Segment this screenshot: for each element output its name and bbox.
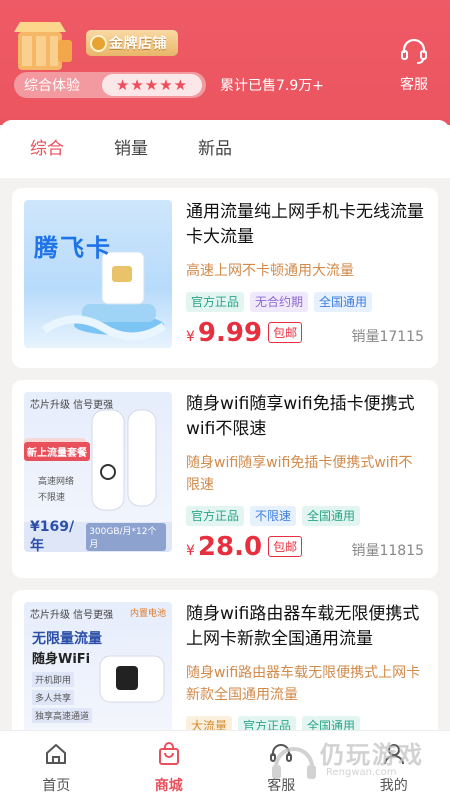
- customer-service-button[interactable]: 客服: [392, 36, 436, 94]
- product-subtitle: 随身wifi随享wifi免插卡便携式wifi不限速: [186, 455, 413, 493]
- sim-card-illustration: [41, 251, 167, 341]
- product-card[interactable]: 腾飞卡 通用流量纯上网手机卡无线流量卡大流量 高速上网不卡顿通用大流量 官方正品…: [12, 188, 438, 368]
- nav-service-label: 客服: [267, 778, 296, 794]
- free-shipping-badge: 包邮: [268, 536, 303, 557]
- price-value: 9.99: [197, 318, 263, 348]
- image-price: ¥169/年: [30, 519, 75, 552]
- user-icon: [383, 744, 404, 765]
- product-card[interactable]: 芯片升级 信号更强 内置电池 无限量流量 随身WiFi 开机即用 多人共享 独享…: [12, 590, 438, 750]
- bottom-navigation: 首页 商城 客服 我的: [0, 730, 450, 800]
- nav-mall-label: 商城: [154, 778, 183, 794]
- service-label: 客服: [400, 77, 428, 93]
- sales-count: 销量11815: [351, 543, 424, 559]
- product-tags: 官方正品 无合约期 全国通用: [186, 292, 373, 312]
- product-image: 芯片升级 信号更强 内置电池 无限量流量 随身WiFi 开机即用 多人共享 独享…: [24, 602, 172, 750]
- home-icon: [46, 744, 67, 764]
- gold-badge-label: 金牌店铺: [109, 36, 167, 52]
- shop-logo-icon: [14, 22, 72, 70]
- image-data-plan: 300GB/月*12个月: [86, 523, 166, 551]
- currency-symbol: ¥: [186, 329, 195, 345]
- product-image: 芯片升级 信号更强 新上流量套餐 高速网络 不限速 ¥169/年 300GB/月…: [24, 392, 172, 552]
- feature-label: 不限速: [38, 493, 66, 503]
- rating-label: 综合体验: [24, 78, 80, 94]
- product-image-title: 芯片升级 信号更强: [30, 400, 114, 411]
- tag-nationwide: 全国通用: [302, 506, 361, 526]
- tab-comprehensive[interactable]: 综合: [30, 120, 64, 178]
- tag-unlimited-speed: 不限速: [250, 506, 297, 526]
- feature-label: 高速网络: [38, 477, 75, 487]
- product-image: 腾飞卡: [24, 200, 172, 348]
- product-title: 随身wifi路由器车载无限便携式上网卡新款全国通用流量: [186, 604, 420, 649]
- product-title: 随身wifi随享wifi免插卡便携式wifi不限速: [186, 394, 415, 439]
- product-image-title: 腾飞卡: [34, 234, 112, 262]
- sales-count: 销量17115: [351, 329, 424, 345]
- tag-no-contract: 无合约期: [250, 292, 309, 312]
- nav-mall[interactable]: 商城: [113, 731, 226, 800]
- product-price: ¥ 28.0 包邮: [186, 532, 303, 562]
- currency-symbol: ¥: [186, 543, 195, 559]
- product-subtitle: 高速上网不卡顿通用大流量: [186, 263, 354, 279]
- nav-profile[interactable]: 我的: [338, 731, 450, 800]
- product-tags: 官方正品 不限速 全国通用: [186, 506, 361, 526]
- sort-tabs: 综合 销量 新品: [0, 120, 450, 178]
- free-shipping-badge: 包邮: [268, 322, 303, 343]
- product-price: ¥ 9.99 包邮: [186, 318, 303, 348]
- nav-service[interactable]: 客服: [225, 731, 338, 800]
- product-card[interactable]: 芯片升级 信号更强 新上流量套餐 高速网络 不限速 ¥169/年 300GB/月…: [12, 380, 438, 578]
- feature-label: 独享高速通道: [32, 708, 93, 723]
- new-plan-badge: 新上流量套餐: [24, 442, 90, 461]
- image-headline: 无限量流量: [32, 631, 102, 647]
- shop-header: 金牌店铺 综合体验 ★★★★★ 累计已售7.9万+ 客服: [0, 0, 450, 125]
- tag-official: 官方正品: [186, 292, 245, 312]
- headset-icon: [401, 38, 427, 64]
- nav-home[interactable]: 首页: [0, 731, 113, 800]
- tag-nationwide: 全国通用: [314, 292, 373, 312]
- gold-shop-badge: 金牌店铺: [86, 30, 178, 56]
- feature-label: 开机即用: [32, 672, 75, 687]
- bag-icon: [158, 742, 179, 765]
- tab-sales[interactable]: 销量: [114, 120, 148, 178]
- tag-official: 官方正品: [186, 506, 245, 526]
- total-sold-text: 累计已售7.9万+: [220, 78, 324, 94]
- price-value: 28.0: [197, 532, 263, 562]
- product-subtitle: 随身wifi路由器车载无限便携式上网卡新款全国通用流量: [186, 665, 421, 703]
- rating-pill: 综合体验 ★★★★★: [14, 72, 206, 98]
- product-panel: 综合 销量 新品 腾飞卡 通用流量纯上网手机卡无线流量卡大流量 高速上网不卡顿通…: [0, 120, 450, 800]
- headset-icon: [270, 744, 293, 762]
- image-price-strip: ¥169/年 300GB/月*12个月: [24, 519, 172, 552]
- image-brand: 内置电池: [129, 609, 166, 619]
- nav-home-label: 首页: [42, 778, 71, 794]
- product-image-title: 芯片升级 信号更强: [30, 610, 114, 621]
- nav-profile-label: 我的: [379, 778, 408, 794]
- rating-stars: ★★★★★: [102, 74, 202, 96]
- medal-icon: [90, 34, 107, 52]
- product-title: 通用流量纯上网手机卡无线流量卡大流量: [186, 202, 424, 247]
- feature-label: 多人共享: [32, 690, 75, 705]
- tab-new[interactable]: 新品: [198, 120, 232, 178]
- image-subheadline: 随身WiFi: [32, 652, 91, 667]
